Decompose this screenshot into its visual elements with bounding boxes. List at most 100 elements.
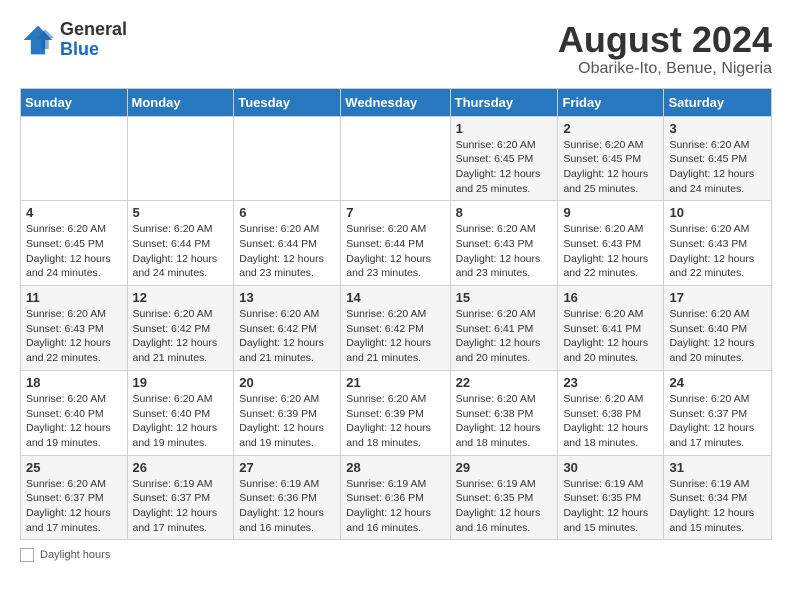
day-number: 14 bbox=[346, 290, 444, 305]
day-number: 7 bbox=[346, 205, 444, 220]
day-number: 31 bbox=[669, 460, 766, 475]
column-header-saturday: Saturday bbox=[664, 88, 772, 116]
day-info: Sunrise: 6:20 AM Sunset: 6:40 PM Dayligh… bbox=[669, 307, 766, 366]
calendar-cell: 10Sunrise: 6:20 AM Sunset: 6:43 PM Dayli… bbox=[664, 201, 772, 286]
column-header-tuesday: Tuesday bbox=[234, 88, 341, 116]
calendar-cell: 20 Sunrise: 6:20 AM Sunset: 6:39 PM Dayli… bbox=[234, 370, 341, 455]
calendar-table: SundayMondayTuesdayWednesdayThursdayFrid… bbox=[20, 88, 772, 541]
calendar-cell: 5 Sunrise: 6:20 AM Sunset: 6:44 PM Daylig… bbox=[127, 201, 234, 286]
day-number: 26 bbox=[133, 460, 229, 475]
day-number: 23 bbox=[563, 375, 658, 390]
calendar-cell: 8 Sunrise: 6:20 AM Sunset: 6:43 PM Daylig… bbox=[450, 201, 558, 286]
day-number: 19 bbox=[133, 375, 229, 390]
calendar-cell bbox=[341, 116, 450, 201]
day-info: Sunrise: 6:20 AM Sunset: 6:41 PM Dayligh… bbox=[563, 307, 658, 366]
day-info: Sunrise: 6:20 AM Sunset: 6:44 PM Dayligh… bbox=[239, 222, 335, 281]
day-number: 13 bbox=[239, 290, 335, 305]
calendar-cell: 2 Sunrise: 6:20 AM Sunset: 6:45 PM Daylig… bbox=[558, 116, 664, 201]
day-info: Sunrise: 6:20 AM Sunset: 6:45 PM Dayligh… bbox=[669, 138, 766, 197]
calendar-cell: 23 Sunrise: 6:20 AM Sunset: 6:38 PM Dayli… bbox=[558, 370, 664, 455]
week-row-5: 25 Sunrise: 6:20 AM Sunset: 6:37 PM Dayli… bbox=[21, 455, 772, 540]
calendar-cell: 21Sunrise: 6:20 AM Sunset: 6:39 PM Dayli… bbox=[341, 370, 450, 455]
day-number: 16 bbox=[563, 290, 658, 305]
calendar-cell: 25 Sunrise: 6:20 AM Sunset: 6:37 PM Dayli… bbox=[21, 455, 128, 540]
day-number: 15 bbox=[456, 290, 553, 305]
month-year-title: August 2024 bbox=[558, 20, 772, 60]
day-info: Sunrise: 6:19 AM Sunset: 6:36 PM Dayligh… bbox=[239, 477, 335, 536]
day-info: Sunrise: 6:20 AM Sunset: 6:40 PM Dayligh… bbox=[26, 392, 122, 451]
day-info: Sunrise: 6:20 AM Sunset: 6:45 PM Dayligh… bbox=[563, 138, 658, 197]
day-number: 18 bbox=[26, 375, 122, 390]
day-number: 22 bbox=[456, 375, 553, 390]
logo-icon bbox=[20, 22, 56, 58]
day-info: Sunrise: 6:20 AM Sunset: 6:42 PM Dayligh… bbox=[133, 307, 229, 366]
day-info: Sunrise: 6:20 AM Sunset: 6:42 PM Dayligh… bbox=[239, 307, 335, 366]
calendar-cell: 28 Sunrise: 6:19 AM Sunset: 6:36 PM Dayli… bbox=[341, 455, 450, 540]
day-info: Sunrise: 6:19 AM Sunset: 6:37 PM Dayligh… bbox=[133, 477, 229, 536]
calendar-cell: 12 Sunrise: 6:20 AM Sunset: 6:42 PM Dayli… bbox=[127, 286, 234, 371]
day-info: Sunrise: 6:19 AM Sunset: 6:35 PM Dayligh… bbox=[563, 477, 658, 536]
title-area: August 2024 Obarike-Ito, Benue, Nigeria bbox=[558, 20, 772, 78]
calendar-cell: 4 Sunrise: 6:20 AM Sunset: 6:45 PM Daylig… bbox=[21, 201, 128, 286]
day-info: Sunrise: 6:19 AM Sunset: 6:34 PM Dayligh… bbox=[669, 477, 766, 536]
calendar-cell: 1Sunrise: 6:20 AM Sunset: 6:45 PM Daylig… bbox=[450, 116, 558, 201]
calendar-cell: 30 Sunrise: 6:19 AM Sunset: 6:35 PM Dayli… bbox=[558, 455, 664, 540]
day-number: 12 bbox=[133, 290, 229, 305]
day-number: 29 bbox=[456, 460, 553, 475]
day-info: Sunrise: 6:20 AM Sunset: 6:40 PM Dayligh… bbox=[133, 392, 229, 451]
calendar-cell: 26 Sunrise: 6:19 AM Sunset: 6:37 PM Dayli… bbox=[127, 455, 234, 540]
calendar-cell: 22 Sunrise: 6:20 AM Sunset: 6:38 PM Dayli… bbox=[450, 370, 558, 455]
calendar-cell: 16 Sunrise: 6:20 AM Sunset: 6:41 PM Dayli… bbox=[558, 286, 664, 371]
calendar-cell: 3 Sunrise: 6:20 AM Sunset: 6:45 PM Daylig… bbox=[664, 116, 772, 201]
day-info: Sunrise: 6:20 AM Sunset: 6:43 PM Dayligh… bbox=[26, 307, 122, 366]
day-info: Sunrise: 6:20 AM Sunset: 6:42 PM Dayligh… bbox=[346, 307, 444, 366]
day-number: 27 bbox=[239, 460, 335, 475]
day-info: Sunrise: 6:19 AM Sunset: 6:35 PM Dayligh… bbox=[456, 477, 553, 536]
calendar-cell bbox=[21, 116, 128, 201]
day-info: Sunrise: 6:20 AM Sunset: 6:39 PM Dayligh… bbox=[239, 392, 335, 451]
column-header-monday: Monday bbox=[127, 88, 234, 116]
day-info: Sunrise: 6:20 AM Sunset: 6:37 PM Dayligh… bbox=[669, 392, 766, 451]
header-row: SundayMondayTuesdayWednesdayThursdayFrid… bbox=[21, 88, 772, 116]
day-info: Sunrise: 6:20 AM Sunset: 6:45 PM Dayligh… bbox=[456, 138, 553, 197]
week-row-3: 11 Sunrise: 6:20 AM Sunset: 6:43 PM Dayli… bbox=[21, 286, 772, 371]
day-number: 3 bbox=[669, 121, 766, 136]
day-number: 21 bbox=[346, 375, 444, 390]
day-number: 8 bbox=[456, 205, 553, 220]
location-label: Obarike-Ito, Benue, Nigeria bbox=[558, 60, 772, 78]
day-info: Sunrise: 6:20 AM Sunset: 6:45 PM Dayligh… bbox=[26, 222, 122, 281]
week-row-1: 1Sunrise: 6:20 AM Sunset: 6:45 PM Daylig… bbox=[21, 116, 772, 201]
legend: Daylight hours bbox=[20, 548, 772, 562]
day-number: 25 bbox=[26, 460, 122, 475]
day-number: 28 bbox=[346, 460, 444, 475]
day-info: Sunrise: 6:20 AM Sunset: 6:44 PM Dayligh… bbox=[133, 222, 229, 281]
day-number: 20 bbox=[239, 375, 335, 390]
calendar-cell: 19 Sunrise: 6:20 AM Sunset: 6:40 PM Dayli… bbox=[127, 370, 234, 455]
calendar-cell: 18 Sunrise: 6:20 AM Sunset: 6:40 PM Dayli… bbox=[21, 370, 128, 455]
calendar-cell: 6Sunrise: 6:20 AM Sunset: 6:44 PM Daylig… bbox=[234, 201, 341, 286]
header: General Blue August 2024 Obarike-Ito, Be… bbox=[20, 20, 772, 78]
calendar-cell bbox=[234, 116, 341, 201]
day-number: 5 bbox=[133, 205, 229, 220]
calendar-cell: 27 Sunrise: 6:19 AM Sunset: 6:36 PM Dayli… bbox=[234, 455, 341, 540]
day-number: 2 bbox=[563, 121, 658, 136]
day-number: 17 bbox=[669, 290, 766, 305]
day-info: Sunrise: 6:19 AM Sunset: 6:36 PM Dayligh… bbox=[346, 477, 444, 536]
logo-text: General Blue bbox=[60, 20, 127, 60]
calendar-cell: 14 Sunrise: 6:20 AM Sunset: 6:42 PM Dayli… bbox=[341, 286, 450, 371]
day-number: 24 bbox=[669, 375, 766, 390]
day-number: 11 bbox=[26, 290, 122, 305]
day-info: Sunrise: 6:20 AM Sunset: 6:43 PM Dayligh… bbox=[456, 222, 553, 281]
day-info: Sunrise: 6:20 AM Sunset: 6:38 PM Dayligh… bbox=[456, 392, 553, 451]
day-number: 4 bbox=[26, 205, 122, 220]
calendar-cell: 31 Sunrise: 6:19 AM Sunset: 6:34 PM Dayli… bbox=[664, 455, 772, 540]
day-info: Sunrise: 6:20 AM Sunset: 6:43 PM Dayligh… bbox=[669, 222, 766, 281]
day-number: 9 bbox=[563, 205, 658, 220]
day-info: Sunrise: 6:20 AM Sunset: 6:38 PM Dayligh… bbox=[563, 392, 658, 451]
day-info: Sunrise: 6:20 AM Sunset: 6:37 PM Dayligh… bbox=[26, 477, 122, 536]
day-number: 30 bbox=[563, 460, 658, 475]
calendar-cell: 24 Sunrise: 6:20 AM Sunset: 6:37 PM Dayli… bbox=[664, 370, 772, 455]
week-row-2: 4 Sunrise: 6:20 AM Sunset: 6:45 PM Daylig… bbox=[21, 201, 772, 286]
legend-label: Daylight hours bbox=[40, 549, 110, 561]
column-header-friday: Friday bbox=[558, 88, 664, 116]
